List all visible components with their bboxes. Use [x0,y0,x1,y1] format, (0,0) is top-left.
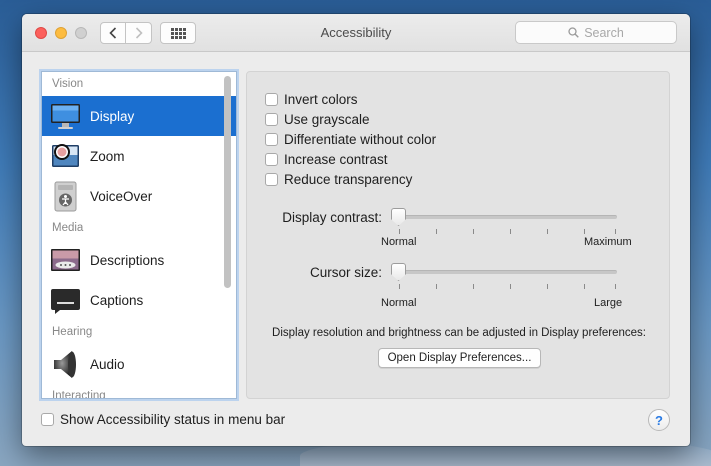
captions-icon [51,288,80,314]
increase-contrast-checkbox[interactable]: Increase contrast [265,152,388,167]
sidebar-item-audio[interactable]: Audio [42,344,236,384]
slider-tick [399,284,400,289]
accessibility-window: Accessibility Search Vision Display Zoom… [22,14,690,446]
checkbox-label: Reduce transparency [284,172,413,187]
cursor-size-label: Cursor size: [309,265,382,280]
checkbox-label: Differentiate without color [284,132,437,147]
slider-tick [473,229,474,234]
sidebar-scrollbar[interactable] [224,76,231,288]
reduce-transparency-checkbox[interactable]: Reduce transparency [265,172,412,187]
slider-tick [615,229,616,234]
help-button[interactable]: ? [648,409,670,431]
checkbox-box[interactable] [265,133,278,146]
title-bar: Accessibility Search [22,14,690,52]
checkbox-box[interactable] [41,413,54,426]
differentiate-without-color-checkbox[interactable]: Differentiate without color [265,132,436,147]
slider-tick [399,229,400,234]
checkbox-box[interactable] [265,153,278,166]
sidebar-item-label: Audio [90,356,125,372]
contrast-max-label: Maximum [584,236,632,248]
speaker-icon [54,350,76,378]
sidebar-item-display[interactable]: Display [42,96,236,136]
display-settings-pane: Invert colors Use grayscale Differentiat… [246,71,670,399]
descriptions-icon [51,248,80,271]
checkbox-label: Invert colors [284,92,358,107]
sidebar-item-label: Display [90,108,135,124]
checkbox-box[interactable] [265,93,278,106]
checkbox-box[interactable] [265,113,278,126]
display-preferences-note: Display resolution and brightness can be… [272,327,646,339]
checkbox-box[interactable] [265,173,278,186]
sidebar-item-voiceover[interactable]: VoiceOver [42,176,236,216]
display-contrast-slider-thumb[interactable] [391,208,406,226]
open-display-preferences-button[interactable]: Open Display Preferences... [378,348,541,368]
sidebar-item-zoom[interactable]: Zoom [42,136,236,176]
voiceover-icon [54,181,77,211]
slider-tick [436,284,437,289]
sidebar-item-label: Captions [90,292,144,308]
show-status-in-menu-bar-checkbox[interactable]: Show Accessibility status in menu bar [41,412,285,427]
slider-tick [584,284,585,289]
sidebar-item-label: Descriptions [90,252,165,268]
display-contrast-track[interactable] [393,215,617,219]
sidebar-item-captions[interactable]: Captions [42,280,236,320]
cursor-size-track[interactable] [393,270,617,274]
slider-tick [436,229,437,234]
slider-tick [547,229,548,234]
slider-tick [473,284,474,289]
checkbox-label: Use grayscale [284,112,370,127]
sidebar-item-label: VoiceOver [90,188,153,204]
section-label-media: Media [52,222,84,234]
slider-tick [615,284,616,289]
cursor-max-label: Large [594,297,623,309]
invert-colors-checkbox[interactable]: Invert colors [265,92,358,107]
use-grayscale-checkbox[interactable]: Use grayscale [265,112,370,127]
zoom-icon [52,143,79,167]
search-field[interactable]: Search [515,21,677,44]
display-contrast-label: Display contrast: [282,210,382,225]
section-label-hearing: Hearing [52,326,93,338]
cursor-min-label: Normal [381,297,417,309]
slider-tick [510,229,511,234]
checkbox-label: Show Accessibility status in menu bar [60,412,286,427]
slider-tick [547,284,548,289]
sidebar[interactable]: Vision Display Zoom VoiceOver Media Desc… [41,71,237,399]
slider-tick [584,229,585,234]
sidebar-item-label: Zoom [90,148,125,164]
section-label-vision: Vision [52,78,84,90]
slider-tick [510,284,511,289]
search-placeholder: Search [584,25,624,40]
sidebar-item-descriptions[interactable]: Descriptions [42,240,236,280]
checkbox-label: Increase contrast [284,152,388,167]
display-icon [51,103,80,129]
contrast-min-label: Normal [381,236,417,248]
cursor-size-slider-thumb[interactable] [391,263,406,281]
section-label-interacting: Interacting [52,390,106,399]
search-icon [568,27,579,38]
